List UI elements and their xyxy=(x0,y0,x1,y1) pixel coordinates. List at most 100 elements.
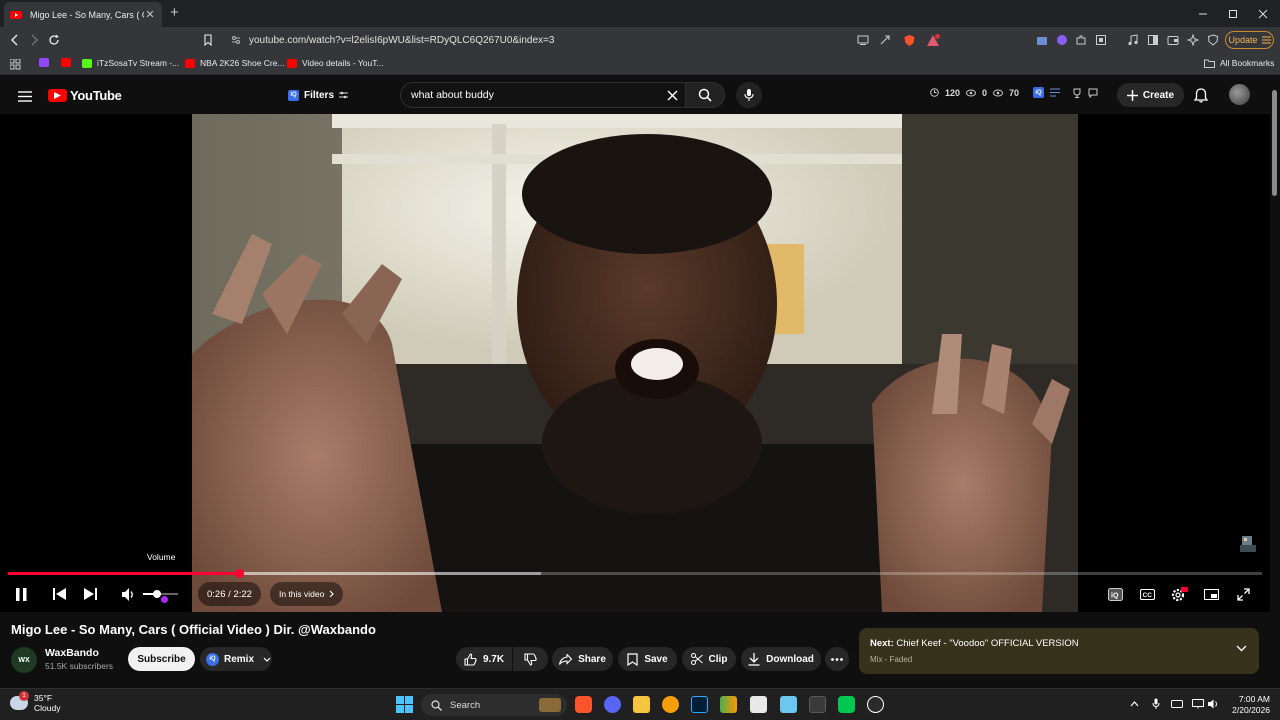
miniplayer-button[interactable] xyxy=(1203,586,1219,602)
volume-slider-handle[interactable] xyxy=(153,590,161,598)
scrollbar-thumb[interactable] xyxy=(1272,90,1277,196)
maximize-button[interactable] xyxy=(1216,0,1250,27)
apps-grid-icon[interactable] xyxy=(7,56,23,72)
chevron-down-icon[interactable] xyxy=(263,657,271,662)
photoshop-icon[interactable] xyxy=(691,696,708,713)
search-query-text: what about buddy xyxy=(411,89,494,101)
extension-box-icon[interactable] xyxy=(1093,32,1109,48)
bookmark-video-details[interactable]: Video details - YouT... xyxy=(287,58,384,68)
new-tab-button[interactable]: + xyxy=(170,4,179,22)
create-button[interactable]: Create xyxy=(1117,83,1184,107)
forward-icon[interactable] xyxy=(26,32,42,48)
brave-rewards-icon[interactable] xyxy=(925,32,941,48)
pause-button[interactable] xyxy=(13,586,29,602)
extension-wallet-icon[interactable] xyxy=(1034,32,1050,48)
bookmark-nba2k[interactable]: NBA 2K26 Shoe Cre... xyxy=(185,58,285,68)
share-button[interactable]: Share xyxy=(552,647,613,671)
reload-icon[interactable] xyxy=(46,32,62,48)
subtitles-button[interactable]: CC xyxy=(1139,586,1155,602)
channel-watermark-icon[interactable] xyxy=(1238,534,1258,554)
video-frame[interactable] xyxy=(192,114,1078,612)
iq-player-button[interactable]: iQ xyxy=(1107,586,1123,602)
keyboard-icon[interactable] xyxy=(1171,698,1183,710)
clear-search-icon[interactable] xyxy=(667,90,678,101)
page-scrollbar[interactable] xyxy=(1270,76,1280,686)
wallet-icon[interactable] xyxy=(1165,32,1181,48)
cast-icon[interactable] xyxy=(855,32,871,48)
search-input[interactable]: what about buddy xyxy=(400,82,685,108)
remix-button[interactable]: iQ Remix xyxy=(200,647,272,671)
download-button[interactable]: Download xyxy=(741,647,821,671)
channel-name[interactable]: WaxBando xyxy=(45,647,99,659)
browser-tab[interactable]: Migo Lee - So Many, Cars ( O ✕ xyxy=(4,2,162,27)
account-avatar[interactable] xyxy=(1229,84,1250,105)
voice-search-button[interactable] xyxy=(736,82,762,108)
share-page-icon[interactable] xyxy=(877,32,893,48)
notepad-icon[interactable] xyxy=(780,696,797,713)
close-window-button[interactable] xyxy=(1246,0,1280,27)
mute-button[interactable] xyxy=(121,586,137,602)
save-button[interactable]: Save xyxy=(618,647,677,671)
discord-icon[interactable] xyxy=(604,696,621,713)
guide-menu-icon[interactable] xyxy=(17,88,33,104)
iv-app-icon[interactable] xyxy=(750,696,767,713)
trophy-icon[interactable] xyxy=(1072,88,1082,98)
system-clock[interactable]: 7:00 AM 2/20/2026 xyxy=(1226,694,1270,716)
like-button[interactable]: 9.7K xyxy=(456,647,512,671)
more-actions-button[interactable] xyxy=(825,647,849,671)
media-music-icon[interactable] xyxy=(1125,32,1141,48)
iq-extension-icon[interactable]: iQ xyxy=(1033,87,1045,98)
app-window-icon[interactable] xyxy=(809,696,826,713)
bookmark-youtube[interactable] xyxy=(61,58,76,67)
notifications-bell-icon[interactable] xyxy=(1193,87,1209,103)
search-button[interactable] xyxy=(685,82,725,108)
bookmark-page-icon[interactable] xyxy=(200,32,216,48)
tab-close-icon[interactable]: ✕ xyxy=(144,8,156,21)
photos-app-icon[interactable] xyxy=(662,696,679,713)
chapters-button[interactable]: In this video xyxy=(270,582,344,606)
sidebar-icon[interactable] xyxy=(1145,32,1161,48)
microphone-icon[interactable] xyxy=(1150,698,1162,710)
chat-icon[interactable] xyxy=(1088,88,1098,98)
address-bar[interactable]: youtube.com/watch?v=l2elisI6pWU&list=RDy… xyxy=(220,29,945,51)
likes-count: 0 xyxy=(982,87,988,98)
windows-start-icon[interactable] xyxy=(396,696,413,713)
subscribe-button[interactable]: Subscribe xyxy=(128,647,195,671)
filters-button[interactable]: iQ Filters xyxy=(278,83,358,107)
list-settings-icon[interactable] xyxy=(1050,88,1061,97)
bookmark-twitch[interactable] xyxy=(39,58,54,67)
fullscreen-button[interactable] xyxy=(1235,586,1251,602)
app-icon[interactable] xyxy=(720,696,737,713)
dislike-button[interactable] xyxy=(513,647,548,671)
channel-avatar[interactable]: WX xyxy=(11,647,37,673)
back-icon[interactable] xyxy=(7,32,23,48)
media-player-icon[interactable] xyxy=(867,696,884,713)
next-button[interactable] xyxy=(82,586,98,602)
all-bookmarks[interactable]: All Bookmarks xyxy=(1204,58,1274,68)
speaker-icon[interactable] xyxy=(1208,698,1220,710)
brave-browser-icon[interactable] xyxy=(575,696,592,713)
taskbar-search[interactable]: Search xyxy=(421,694,567,716)
site-info-icon[interactable] xyxy=(228,32,244,48)
brave-shield-icon[interactable] xyxy=(901,32,917,48)
video-player[interactable]: Volume 0:26 / 2:22 In this video iQ CC xyxy=(0,114,1270,612)
update-button[interactable]: Update xyxy=(1225,31,1274,49)
file-explorer-icon[interactable] xyxy=(633,696,650,713)
weather-widget[interactable]: 1 35°F Cloudy xyxy=(10,691,60,713)
chevron-down-icon[interactable] xyxy=(1236,645,1247,652)
bookmark-kick[interactable]: iTzSosaTv Stream -... xyxy=(82,58,179,68)
settings-button[interactable] xyxy=(1171,586,1188,602)
network-icon[interactable] xyxy=(1192,698,1204,710)
all-bookmarks-label: All Bookmarks xyxy=(1220,58,1275,68)
tray-overflow-chevron-icon[interactable] xyxy=(1128,698,1140,710)
vpn-shield-icon[interactable] xyxy=(1205,32,1221,48)
previous-button[interactable] xyxy=(51,586,67,602)
leo-ai-icon[interactable] xyxy=(1185,32,1201,48)
extension-purple-icon[interactable] xyxy=(1054,32,1070,48)
minimize-button[interactable] xyxy=(1186,0,1220,27)
clip-button[interactable]: Clip xyxy=(682,647,736,671)
game-app-icon[interactable] xyxy=(838,696,855,713)
up-next-panel[interactable]: Next: Chief Keef - "Voodoo" OFFICIAL VER… xyxy=(859,628,1259,674)
youtube-logo[interactable]: YouTube xyxy=(48,88,122,103)
extensions-puzzle-icon[interactable] xyxy=(1073,32,1089,48)
